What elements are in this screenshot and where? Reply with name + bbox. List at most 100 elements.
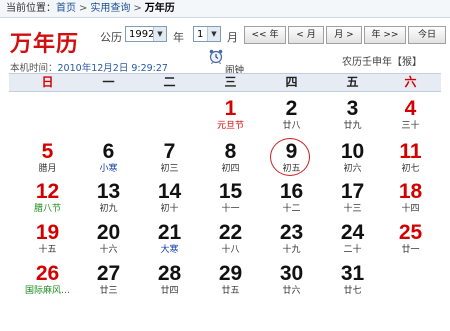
- day-cell[interactable]: 9 初五: [261, 137, 322, 176]
- chevron-down-icon: ▼: [153, 27, 166, 41]
- lunar-date-label: 小寒: [99, 164, 118, 174]
- day-number: 13: [96, 180, 121, 203]
- day-cell[interactable]: 3 廿九: [322, 94, 383, 133]
- day-number: 15: [218, 180, 243, 203]
- weekday-wed: 三: [224, 75, 237, 89]
- lunar-date-label: 廿九: [343, 121, 362, 131]
- day-number: 6: [102, 140, 115, 163]
- chevron-down-icon: ▼: [207, 27, 220, 41]
- day-number: 11: [399, 140, 422, 163]
- day-number: 27: [96, 262, 121, 285]
- lunar-date-label: 初十: [160, 204, 179, 214]
- lunar-date-label: 腊八节: [33, 204, 61, 214]
- prev-month-button[interactable]: < 月: [288, 26, 324, 44]
- day-cell[interactable]: 26 国际麻风…: [17, 259, 78, 298]
- day-number: 26: [35, 262, 60, 285]
- alarm-clock-icon[interactable]: [208, 48, 224, 64]
- month-select-value: 1: [197, 29, 204, 40]
- day-number: 22: [218, 221, 243, 244]
- day-number: 12: [35, 180, 60, 203]
- lunar-date-label: 廿一: [401, 245, 420, 255]
- calendar-grid: 日 一 二 三 四 五 六 1 元旦节 2 廿八 3 廿九 4 三十 5 腊月 6 小寒 7 初三 8 初四 9…: [9, 73, 441, 331]
- lunar-date-label: 初七: [401, 164, 420, 174]
- year-select[interactable]: 1992 ▼: [125, 26, 167, 42]
- day-cell[interactable]: 10 初六: [322, 137, 383, 176]
- lunar-date-label: 初三: [160, 164, 179, 174]
- day-cell[interactable]: 1 元旦节: [200, 94, 261, 133]
- lunar-date-label: 腊月: [38, 164, 57, 174]
- day-cell[interactable]: 27 廿三: [78, 259, 139, 298]
- day-cell[interactable]: 11 初七: [380, 137, 441, 176]
- calendar-logo: 万年历: [10, 31, 80, 57]
- lunar-date-label: 廿五: [221, 286, 240, 296]
- day-number: 5: [41, 140, 54, 163]
- day-number: 1: [224, 97, 237, 120]
- weekday-fri: 五: [346, 75, 359, 89]
- next-month-button[interactable]: 月 >: [326, 26, 362, 44]
- lunar-date-label: 廿七: [343, 286, 362, 296]
- lunar-date-label: 初四: [221, 164, 240, 174]
- day-cell[interactable]: 28 廿四: [139, 259, 200, 298]
- day-cell[interactable]: 16 十二: [261, 177, 322, 216]
- day-cell[interactable]: 17 十三: [322, 177, 383, 216]
- day-number: 17: [340, 180, 365, 203]
- lunar-date-label: 初九: [99, 204, 118, 214]
- gregorian-label: 公历: [100, 31, 122, 44]
- day-cell[interactable]: 24 二十: [322, 218, 383, 257]
- weekday-sat: 六: [404, 75, 417, 89]
- day-number: 7: [163, 140, 176, 163]
- day-cell[interactable]: 8 初四: [200, 137, 261, 176]
- day-number: 18: [398, 180, 423, 203]
- calendar-header: 万年历 公历 1992 ▼ 年 1 ▼ 月 << 年 < 月 月 > 年 >> …: [0, 18, 450, 76]
- day-cell[interactable]: 14 初十: [139, 177, 200, 216]
- today-button[interactable]: 今日: [408, 26, 446, 44]
- lunar-date-label: 廿四: [160, 286, 179, 296]
- lunar-date-label: 初六: [343, 164, 362, 174]
- day-cell[interactable]: 19 十五: [17, 218, 78, 257]
- day-cell[interactable]: 30 廿六: [261, 259, 322, 298]
- breadcrumb-prefix: 当前位置：: [6, 3, 56, 14]
- breadcrumb-separator: >: [79, 3, 88, 14]
- day-cell[interactable]: 2 廿八: [261, 94, 322, 133]
- lunar-date-label: 十二: [282, 204, 301, 214]
- day-cell[interactable]: 21 大寒: [139, 218, 200, 257]
- month-unit-label: 月: [227, 31, 238, 44]
- breadcrumb-section-link[interactable]: 实用查询: [90, 3, 130, 14]
- weekday-sun: 日: [41, 75, 54, 89]
- day-cell[interactable]: 22 十八: [200, 218, 261, 257]
- day-number: 9: [285, 140, 298, 163]
- day-number: 21: [157, 221, 182, 244]
- year-select-value: 1992: [129, 29, 155, 40]
- day-cell[interactable]: 23 十九: [261, 218, 322, 257]
- day-cell[interactable]: 29 廿五: [200, 259, 261, 298]
- day-number: 23: [279, 221, 304, 244]
- day-cell[interactable]: 18 十四: [380, 177, 441, 216]
- day-number: 16: [279, 180, 304, 203]
- day-number: 8: [224, 140, 237, 163]
- lunar-date-label: 初五: [282, 164, 301, 174]
- lunar-date-label: 廿三: [99, 286, 118, 296]
- day-cell[interactable]: 25 廿一: [380, 218, 441, 257]
- prev-year-button[interactable]: << 年: [244, 26, 286, 44]
- day-number: 25: [398, 221, 423, 244]
- weekday-thu: 四: [285, 75, 298, 89]
- day-cell[interactable]: 12 腊八节: [17, 177, 78, 216]
- weekday-tue: 二: [163, 75, 176, 89]
- day-cell[interactable]: 20 十六: [78, 218, 139, 257]
- day-cell[interactable]: 31 廿七: [322, 259, 383, 298]
- day-cell[interactable]: 13 初九: [78, 177, 139, 216]
- day-cell[interactable]: 5 腊月: [17, 137, 78, 176]
- next-year-button[interactable]: 年 >>: [364, 26, 406, 44]
- breadcrumb-separator: >: [133, 3, 142, 14]
- day-cell[interactable]: 6 小寒: [78, 137, 139, 176]
- day-cell[interactable]: 15 十一: [200, 177, 261, 216]
- lunar-date-label: 十八: [221, 245, 240, 255]
- lunar-date-label: 二十: [343, 245, 362, 255]
- day-cell[interactable]: 4 三十: [380, 94, 441, 133]
- breadcrumb: 当前位置：首页 > 实用查询 > 万年历: [0, 0, 450, 18]
- breadcrumb-home-link[interactable]: 首页: [56, 3, 76, 14]
- day-cell[interactable]: 7 初三: [139, 137, 200, 176]
- lunar-year-info: 农历壬申年【猴】: [342, 57, 422, 68]
- month-select[interactable]: 1 ▼: [193, 26, 221, 42]
- lunar-date-label: 廿八: [282, 121, 301, 131]
